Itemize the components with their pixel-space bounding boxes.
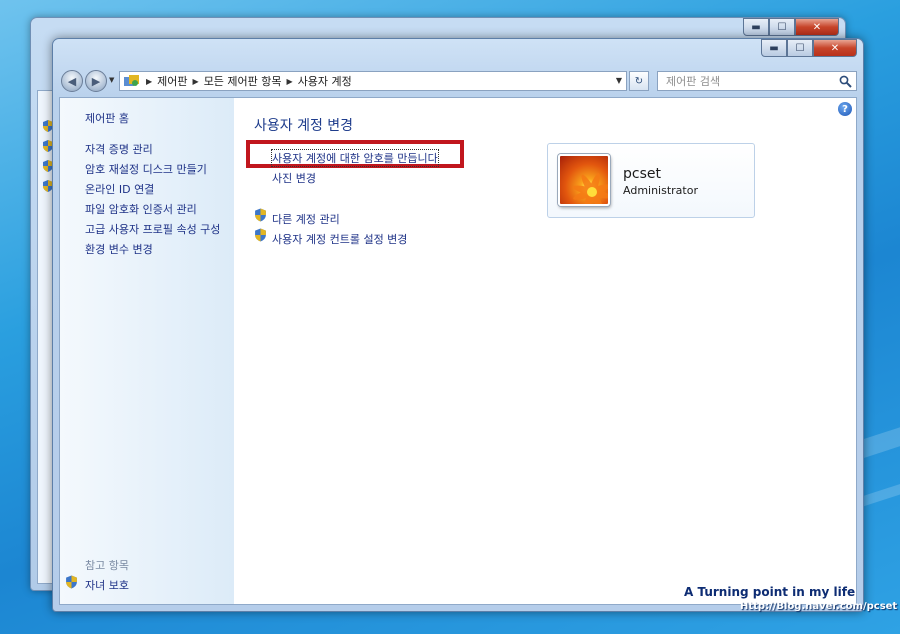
maximize-button[interactable]: ☐ (787, 39, 813, 57)
flower-picture (572, 173, 608, 204)
main-panel: 사용자 계정 변경 사용자 계정에 대한 암호를 만듭니다 사진 변경 다른 계… (234, 98, 856, 604)
manage-other-accounts-link[interactable]: 다른 계정 관리 (272, 211, 340, 227)
breadcrumb-separator-icon[interactable]: ▶ (146, 77, 152, 86)
watermark-url: Http://Blog.naver.com/pcset (740, 601, 898, 612)
breadcrumb-separator-icon[interactable]: ▶ (287, 77, 293, 86)
refresh-button[interactable]: ↻ (629, 71, 649, 91)
help-icon[interactable]: ? (838, 102, 852, 116)
breadcrumb-separator-icon[interactable]: ▶ (193, 77, 199, 86)
shield-icon (66, 575, 77, 589)
search-icon[interactable] (839, 75, 852, 88)
minimize-button[interactable]: ▬ (761, 39, 787, 57)
user-role: Administrator (623, 184, 698, 197)
change-picture-link[interactable]: 사진 변경 (272, 170, 316, 186)
forward-button[interactable]: ▶ (85, 70, 107, 92)
back-button[interactable]: ◀ (61, 70, 83, 92)
sidebar-item-password-reset-disk[interactable]: 암호 재설정 디스크 만들기 (85, 161, 207, 177)
sidebar: 제어판 홈 자격 증명 관리 암호 재설정 디스크 만들기 온라인 ID 연결 … (60, 98, 234, 604)
page-title: 사용자 계정 변경 (254, 118, 354, 134)
back-window-caption-buttons: ▬ ☐ ✕ (743, 18, 839, 36)
avatar[interactable] (558, 154, 610, 206)
sidebar-item-file-encryption-certificates[interactable]: 파일 암호화 인증서 관리 (85, 201, 197, 217)
sidebar-item-control-panel-home[interactable]: 제어판 홈 (85, 110, 129, 126)
breadcrumb-all-items[interactable]: 모든 제어판 항목 (204, 73, 282, 89)
shield-icon (255, 228, 266, 242)
watermark-title: A Turning point in my life (684, 585, 856, 599)
address-dropdown-icon[interactable]: ▼ (616, 76, 622, 85)
breadcrumb-user-accounts[interactable]: 사용자 계정 (298, 73, 352, 89)
control-panel-icon (124, 75, 139, 86)
see-also-heading: 참고 항목 (85, 559, 129, 572)
sidebar-item-advanced-profile-properties[interactable]: 고급 사용자 프로필 속성 구성 (85, 221, 220, 237)
user-account-card: pcset Administrator (547, 143, 755, 218)
content-area: 제어판 홈 자격 증명 관리 암호 재설정 디스크 만들기 온라인 ID 연결 … (59, 97, 857, 605)
shield-icon (255, 208, 266, 222)
window-caption-buttons: ▬ ☐ ✕ (761, 39, 857, 57)
uac-settings-link[interactable]: 사용자 계정 컨트롤 설정 변경 (272, 231, 407, 247)
sidebar-item-link-online-id[interactable]: 온라인 ID 연결 (85, 181, 154, 197)
sidebar-item-parental-controls[interactable]: 자녀 보호 (85, 577, 129, 593)
recent-pages-arrow-icon[interactable]: ▼ (109, 76, 114, 84)
create-password-link[interactable]: 사용자 계정에 대한 암호를 만듭니다 (271, 149, 439, 167)
sidebar-item-credential-manager[interactable]: 자격 증명 관리 (85, 141, 153, 157)
search-placeholder: 제어판 검색 (666, 75, 721, 88)
user-name: pcset (623, 166, 661, 182)
close-button[interactable]: ✕ (795, 18, 839, 36)
navigation-bar: ◀ ▶ ▼ ▶ 제어판 ▶ 모든 제어판 항목 ▶ 사용자 계정 ▼ ↻ 제어판… (59, 69, 857, 93)
maximize-button[interactable]: ☐ (769, 18, 795, 36)
address-bar[interactable]: ▶ 제어판 ▶ 모든 제어판 항목 ▶ 사용자 계정 ▼ (119, 71, 627, 91)
sidebar-item-environment-variables[interactable]: 환경 변수 변경 (85, 241, 153, 257)
breadcrumb-control-panel[interactable]: 제어판 (157, 73, 187, 89)
user-accounts-window[interactable]: ▬ ☐ ✕ ◀ ▶ ▼ ▶ 제어판 ▶ 모든 제어판 항목 ▶ 사용자 계정 ▼… (52, 38, 864, 612)
minimize-button[interactable]: ▬ (743, 18, 769, 36)
search-input[interactable]: 제어판 검색 (657, 71, 857, 91)
close-button[interactable]: ✕ (813, 39, 857, 57)
